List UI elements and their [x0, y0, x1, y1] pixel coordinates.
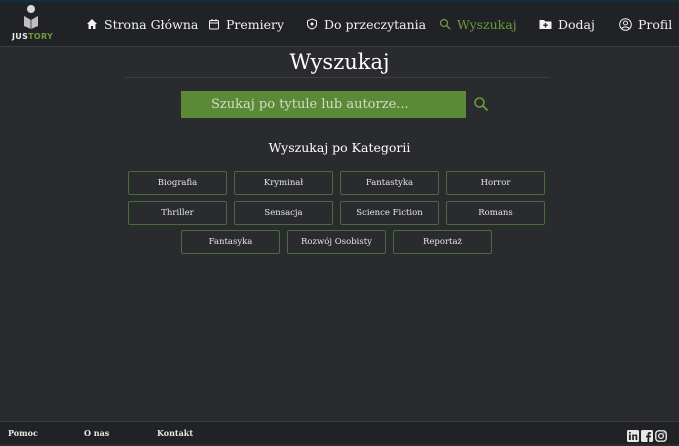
- nav-do-przeczytania-label: Do przeczytania: [324, 16, 427, 32]
- category-button-horror[interactable]: Horror: [446, 171, 545, 195]
- search-input[interactable]: Szukaj po tytule lub autorze...: [181, 91, 466, 118]
- nav-profil-label: Profil: [638, 16, 673, 32]
- logo-text: JUSTORY: [12, 32, 54, 41]
- nav-premiery[interactable]: Premiery: [208, 15, 284, 33]
- calendar-icon: [209, 19, 219, 30]
- user-icon: [619, 17, 632, 31]
- page-title: Wyszukaj: [289, 50, 390, 74]
- nav-premiery-label: Premiery: [226, 16, 285, 32]
- linkedin-icon[interactable]: [627, 427, 639, 442]
- category-button-science-fiction[interactable]: Science Fiction: [340, 201, 439, 225]
- search-button[interactable]: [473, 96, 489, 112]
- home-icon: [87, 19, 97, 29]
- category-button-rozwoj-osobisty[interactable]: Rozwój Osobisty: [287, 230, 386, 254]
- footer-link-pomoc[interactable]: Pomoc: [8, 428, 38, 438]
- category-button-romans[interactable]: Romans: [446, 201, 545, 225]
- categories-title: Wyszukaj po Kategorii: [268, 140, 411, 155]
- navbar: JUSTORY Strona Główna Premiery Do przecz…: [0, 0, 679, 47]
- category-button-sensacja[interactable]: Sensacja: [234, 201, 333, 225]
- nav-home[interactable]: Strona Główna: [86, 15, 198, 33]
- title-divider: [125, 77, 550, 78]
- footer: Pomoc O nas Kontakt: [0, 421, 679, 444]
- book-reader-logo-icon: [24, 5, 38, 29]
- facebook-icon[interactable]: [641, 427, 653, 442]
- search-icon: [474, 97, 489, 112]
- footer-link-o-nas[interactable]: O nas: [84, 428, 109, 438]
- nav-profil[interactable]: Profil: [619, 15, 672, 33]
- nav-wyszukaj[interactable]: Wyszukaj: [439, 15, 517, 33]
- nav-wyszukaj-label: Wyszukaj: [457, 16, 517, 32]
- nav-do-przeczytania[interactable]: Do przeczytania: [306, 15, 426, 33]
- footer-link-kontakt[interactable]: Kontakt: [157, 428, 193, 438]
- shield-icon: [307, 18, 317, 30]
- nav-dodaj-label: Dodaj: [558, 16, 595, 32]
- search-icon: [439, 18, 451, 30]
- folder-plus-icon: [539, 20, 552, 29]
- top-accent-line: [0, 0, 679, 2]
- logo[interactable]: JUSTORY: [8, 4, 54, 44]
- category-button-kryminal[interactable]: Kryminał: [234, 171, 333, 195]
- nav-dodaj[interactable]: Dodaj: [539, 15, 595, 33]
- category-button-thriller[interactable]: Thriller: [128, 201, 227, 225]
- category-button-fantastyka[interactable]: Fantastyka: [340, 171, 439, 195]
- category-button-biografia[interactable]: Biografia: [128, 171, 227, 195]
- nav-home-label: Strona Główna: [104, 16, 199, 32]
- category-button-fantasyka[interactable]: Fantasyka: [181, 230, 280, 254]
- instagram-icon[interactable]: [655, 427, 667, 442]
- category-button-reportaz[interactable]: Reportaż: [393, 230, 492, 254]
